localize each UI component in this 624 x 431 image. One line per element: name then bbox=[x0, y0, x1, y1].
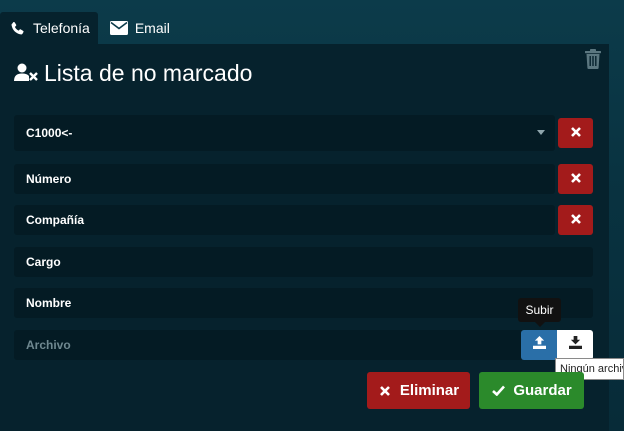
nombre-field[interactable]: Nombre bbox=[14, 288, 593, 318]
page-title-text: Lista de no marcado bbox=[44, 59, 253, 86]
save-button[interactable]: Guardar bbox=[479, 372, 584, 409]
upload-icon bbox=[532, 336, 546, 354]
close-icon bbox=[570, 170, 581, 188]
close-icon bbox=[570, 124, 581, 142]
phone-icon bbox=[8, 20, 26, 36]
archivo-field[interactable]: Archivo bbox=[14, 330, 593, 360]
save-label: Guardar bbox=[513, 382, 572, 399]
cargo-placeholder: Cargo bbox=[26, 255, 61, 269]
compania-placeholder: Compañía bbox=[26, 213, 85, 227]
cargo-field[interactable]: Cargo bbox=[14, 247, 593, 277]
download-icon bbox=[568, 336, 582, 354]
clear-compania-button[interactable] bbox=[558, 205, 593, 235]
compania-row: Compañía bbox=[14, 205, 593, 235]
archivo-placeholder: Archivo bbox=[26, 338, 71, 352]
list-select[interactable]: C1000<- bbox=[14, 115, 555, 151]
close-icon bbox=[570, 211, 581, 229]
nombre-placeholder: Nombre bbox=[26, 296, 72, 310]
list-select-value: C1000<- bbox=[26, 126, 73, 140]
clear-numero-button[interactable] bbox=[558, 164, 593, 194]
numero-row: Número bbox=[14, 164, 593, 194]
check-icon bbox=[491, 384, 505, 398]
user-remove-icon bbox=[14, 62, 38, 84]
tab-telefonia[interactable]: Telefonía bbox=[0, 12, 98, 44]
numero-field[interactable]: Número bbox=[14, 164, 555, 194]
upload-tooltip: Subir bbox=[518, 298, 561, 327]
upload-button[interactable] bbox=[521, 330, 557, 360]
delete-button[interactable]: Eliminar bbox=[367, 372, 470, 409]
tab-bar: Telefonía Email bbox=[0, 12, 178, 44]
trash-icon[interactable] bbox=[584, 49, 602, 69]
page-title: Lista de no marcado bbox=[14, 58, 252, 88]
cargo-row: Cargo bbox=[14, 247, 593, 277]
chevron-down-icon bbox=[537, 130, 545, 135]
selector-row: C1000<- bbox=[14, 115, 593, 151]
nombre-row: Nombre bbox=[14, 288, 593, 318]
download-button[interactable] bbox=[557, 330, 593, 360]
clear-select-button[interactable] bbox=[558, 118, 593, 148]
envelope-icon bbox=[109, 20, 128, 36]
compania-field[interactable]: Compañía bbox=[14, 205, 555, 235]
numero-placeholder: Número bbox=[26, 172, 72, 186]
close-icon bbox=[378, 384, 392, 398]
tab-label: Telefonía bbox=[33, 20, 90, 36]
tab-email[interactable]: Email bbox=[102, 12, 178, 44]
tab-label: Email bbox=[134, 20, 170, 36]
archivo-row: Archivo bbox=[14, 330, 593, 360]
delete-label: Eliminar bbox=[399, 382, 460, 399]
